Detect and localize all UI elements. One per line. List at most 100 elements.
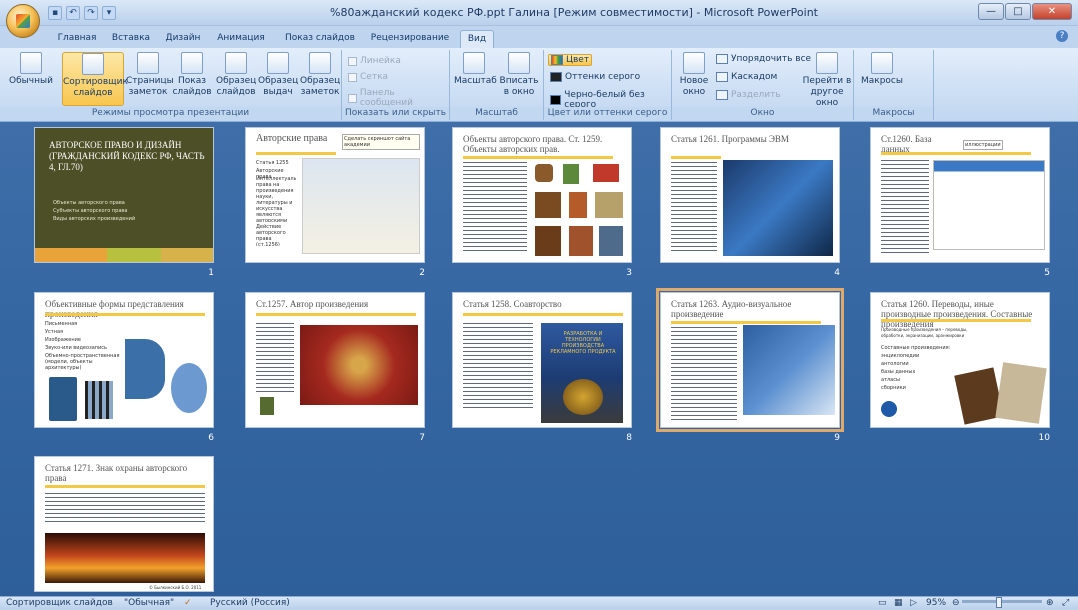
- customize-qat-icon[interactable]: ▾: [102, 6, 116, 20]
- switch-window-icon: [816, 52, 838, 74]
- slide-1-bullet: Виды авторских произведений: [53, 216, 136, 222]
- slide-thumbnail-7[interactable]: Ст.1257. Автор произведения: [245, 292, 425, 428]
- fit-slide-icon[interactable]: ⤢: [1062, 598, 1069, 608]
- notes-page-icon: [137, 52, 159, 74]
- artwork-image: [535, 226, 561, 256]
- artwork-image: [599, 226, 623, 256]
- slide-thumbnail-10[interactable]: Статья 1260. Переводы, иные производные …: [870, 292, 1050, 428]
- notes-page-button[interactable]: Страницы заметок: [126, 52, 174, 98]
- close-button[interactable]: ✕: [1032, 3, 1072, 20]
- new-window-button[interactable]: Новое окно: [676, 52, 712, 98]
- macros-button[interactable]: Макросы: [860, 52, 904, 87]
- slide-number: 6: [208, 433, 214, 443]
- slide-thumbnail-8[interactable]: Статья 1258. Соавторство РАЗРАБОТКА И ТЕ…: [452, 292, 632, 428]
- artwork-image: [595, 192, 623, 218]
- artwork-image: [535, 192, 561, 218]
- book-cover-image: РАЗРАБОТКА И ТЕХНОЛОГИИ ПРОИЗВОДСТВА РЕК…: [541, 323, 623, 423]
- cascade-button[interactable]: Каскадом: [716, 72, 777, 82]
- book-cover-title: РАЗРАБОТКА И ТЕХНОЛОГИИ ПРОИЗВОДСТВА РЕК…: [550, 331, 616, 355]
- group-label-show-hide: Показать или скрыть: [342, 107, 449, 120]
- zoom-slider[interactable]: [962, 600, 1042, 603]
- notes-master-button[interactable]: Образец заметок: [300, 52, 340, 98]
- title-bar: ▪ ↶ ↷ ▾ %80aжданский кодекс РФ.ppt Галин…: [0, 0, 1078, 26]
- zoom-button[interactable]: Масштаб: [454, 52, 497, 87]
- slide-thumbnail-2[interactable]: Авторские права Сделать скриншот сайта а…: [245, 127, 425, 263]
- color-icon: [551, 55, 563, 65]
- tab-review[interactable]: Рецензирование: [364, 30, 456, 48]
- slide-show-button[interactable]: Показ слайдов: [172, 52, 212, 98]
- slide-number: 7: [419, 433, 425, 443]
- save-icon[interactable]: ▪: [48, 6, 62, 20]
- undo-icon[interactable]: ↶: [66, 6, 80, 20]
- slide-number: 1: [208, 268, 214, 278]
- artwork-image: [300, 325, 418, 405]
- tab-slide-show[interactable]: Показ слайдов: [280, 30, 360, 48]
- normal-view-status-icon[interactable]: ▭: [878, 598, 887, 608]
- fit-to-window-button[interactable]: Вписать в окно: [496, 52, 542, 98]
- slide-thumbnail-1[interactable]: АВТОРСКОЕ ПРАВО И ДИЗАЙН (ГРАЖДАНСКИЙ КО…: [34, 127, 214, 263]
- slide-thumbnail-4[interactable]: Статья 1261. Программы ЭВМ: [660, 127, 840, 263]
- maximize-button[interactable]: □: [1005, 3, 1031, 20]
- help-icon[interactable]: ?: [1056, 30, 1068, 42]
- zoom-level[interactable]: 95%: [926, 598, 946, 608]
- slide-master-icon: [225, 52, 247, 74]
- tab-view[interactable]: Вид: [460, 30, 494, 48]
- slide-thumbnail-11[interactable]: Статья 1271. Знак охраны авторского прав…: [34, 456, 214, 592]
- slide-show-icon: [181, 52, 203, 74]
- handout-master-icon: [267, 52, 289, 74]
- arrange-all-button[interactable]: Упорядочить все: [716, 54, 811, 64]
- tab-animation[interactable]: Анимация: [210, 30, 272, 48]
- book-cover-art: [563, 379, 603, 415]
- group-color: Цвет Оттенки серого Черно-белый без серо…: [544, 50, 672, 120]
- artwork-image: [593, 164, 619, 182]
- spellcheck-icon[interactable]: ✓: [184, 598, 192, 608]
- slide-sorter-button[interactable]: Сортировщик слайдов: [62, 52, 128, 106]
- grayscale-button[interactable]: Оттенки серого: [550, 72, 640, 82]
- normal-view-button[interactable]: Обычный: [2, 52, 60, 87]
- tab-design[interactable]: Дизайн: [160, 30, 206, 48]
- window-controls: — □ ✕: [978, 3, 1072, 20]
- status-theme: "Обычная": [124, 598, 175, 608]
- ribbon-tabs: Главная Вставка Дизайн Анимация Показ сл…: [0, 26, 1078, 48]
- speaker-icon: [125, 339, 165, 399]
- database-website-image: [933, 160, 1045, 250]
- slide-number: 10: [1038, 433, 1050, 443]
- slide-thumbnail-3[interactable]: Объекты авторского права. Ст. 1259. Объе…: [452, 127, 632, 263]
- slide-thumbnail-9[interactable]: Статья 1263. Аудио-визуальное произведен…: [656, 288, 844, 432]
- ruler-checkbox[interactable]: Линейка: [348, 56, 401, 66]
- tab-home[interactable]: Главная: [52, 30, 102, 48]
- macros-icon: [871, 52, 893, 74]
- switch-window-button[interactable]: Перейти в другое окно: [802, 52, 852, 109]
- status-language[interactable]: Русский (Россия): [210, 598, 290, 608]
- redo-icon[interactable]: ↷: [84, 6, 98, 20]
- grid-checkbox[interactable]: Сетка: [348, 72, 388, 82]
- slide-show-status-icon[interactable]: ▷: [910, 598, 917, 608]
- split-button[interactable]: Разделить: [716, 90, 781, 100]
- zoom-slider-thumb[interactable]: [996, 597, 1002, 608]
- message-bar-checkbox[interactable]: Панель сообщений: [348, 88, 449, 108]
- zoom-out-icon[interactable]: ⊖: [952, 598, 960, 608]
- group-label-color: Цвет или оттенки серого: [544, 107, 671, 120]
- office-button[interactable]: [6, 4, 40, 38]
- slide-sorter-icon: [82, 53, 104, 75]
- slide-11-caption: © Былкинский Б.О. 2011: [149, 585, 202, 590]
- office-logo-icon: [16, 14, 30, 28]
- tab-insert[interactable]: Вставка: [106, 30, 156, 48]
- slide-sorter-status-icon[interactable]: ▦: [894, 598, 903, 608]
- artwork-image: [563, 164, 579, 184]
- slide-thumbnail-5[interactable]: Ст.1260. База данных иллюстрации: [870, 127, 1050, 263]
- group-label-macros: Макросы: [854, 107, 933, 120]
- minimize-button[interactable]: —: [978, 3, 1004, 20]
- grayscale-icon: [550, 72, 562, 82]
- handout-master-button[interactable]: Образец выдач: [258, 52, 298, 98]
- slide-5-note: иллюстрации: [963, 140, 1003, 150]
- atlas-image: [995, 362, 1047, 424]
- zoom-in-icon[interactable]: ⊕: [1046, 598, 1054, 608]
- color-button[interactable]: Цвет: [548, 54, 593, 66]
- normal-view-icon: [20, 52, 42, 74]
- slide-thumbnail-6[interactable]: Объективные формы представления произвед…: [34, 292, 214, 428]
- status-bar: Сортировщик слайдов "Обычная" ✓ Русский …: [0, 596, 1078, 610]
- silhouette-artwork-image: [45, 533, 205, 583]
- ribbon: Обычный Сортировщик слайдов Страницы зам…: [0, 48, 1078, 122]
- slide-master-button[interactable]: Образец слайдов: [216, 52, 256, 98]
